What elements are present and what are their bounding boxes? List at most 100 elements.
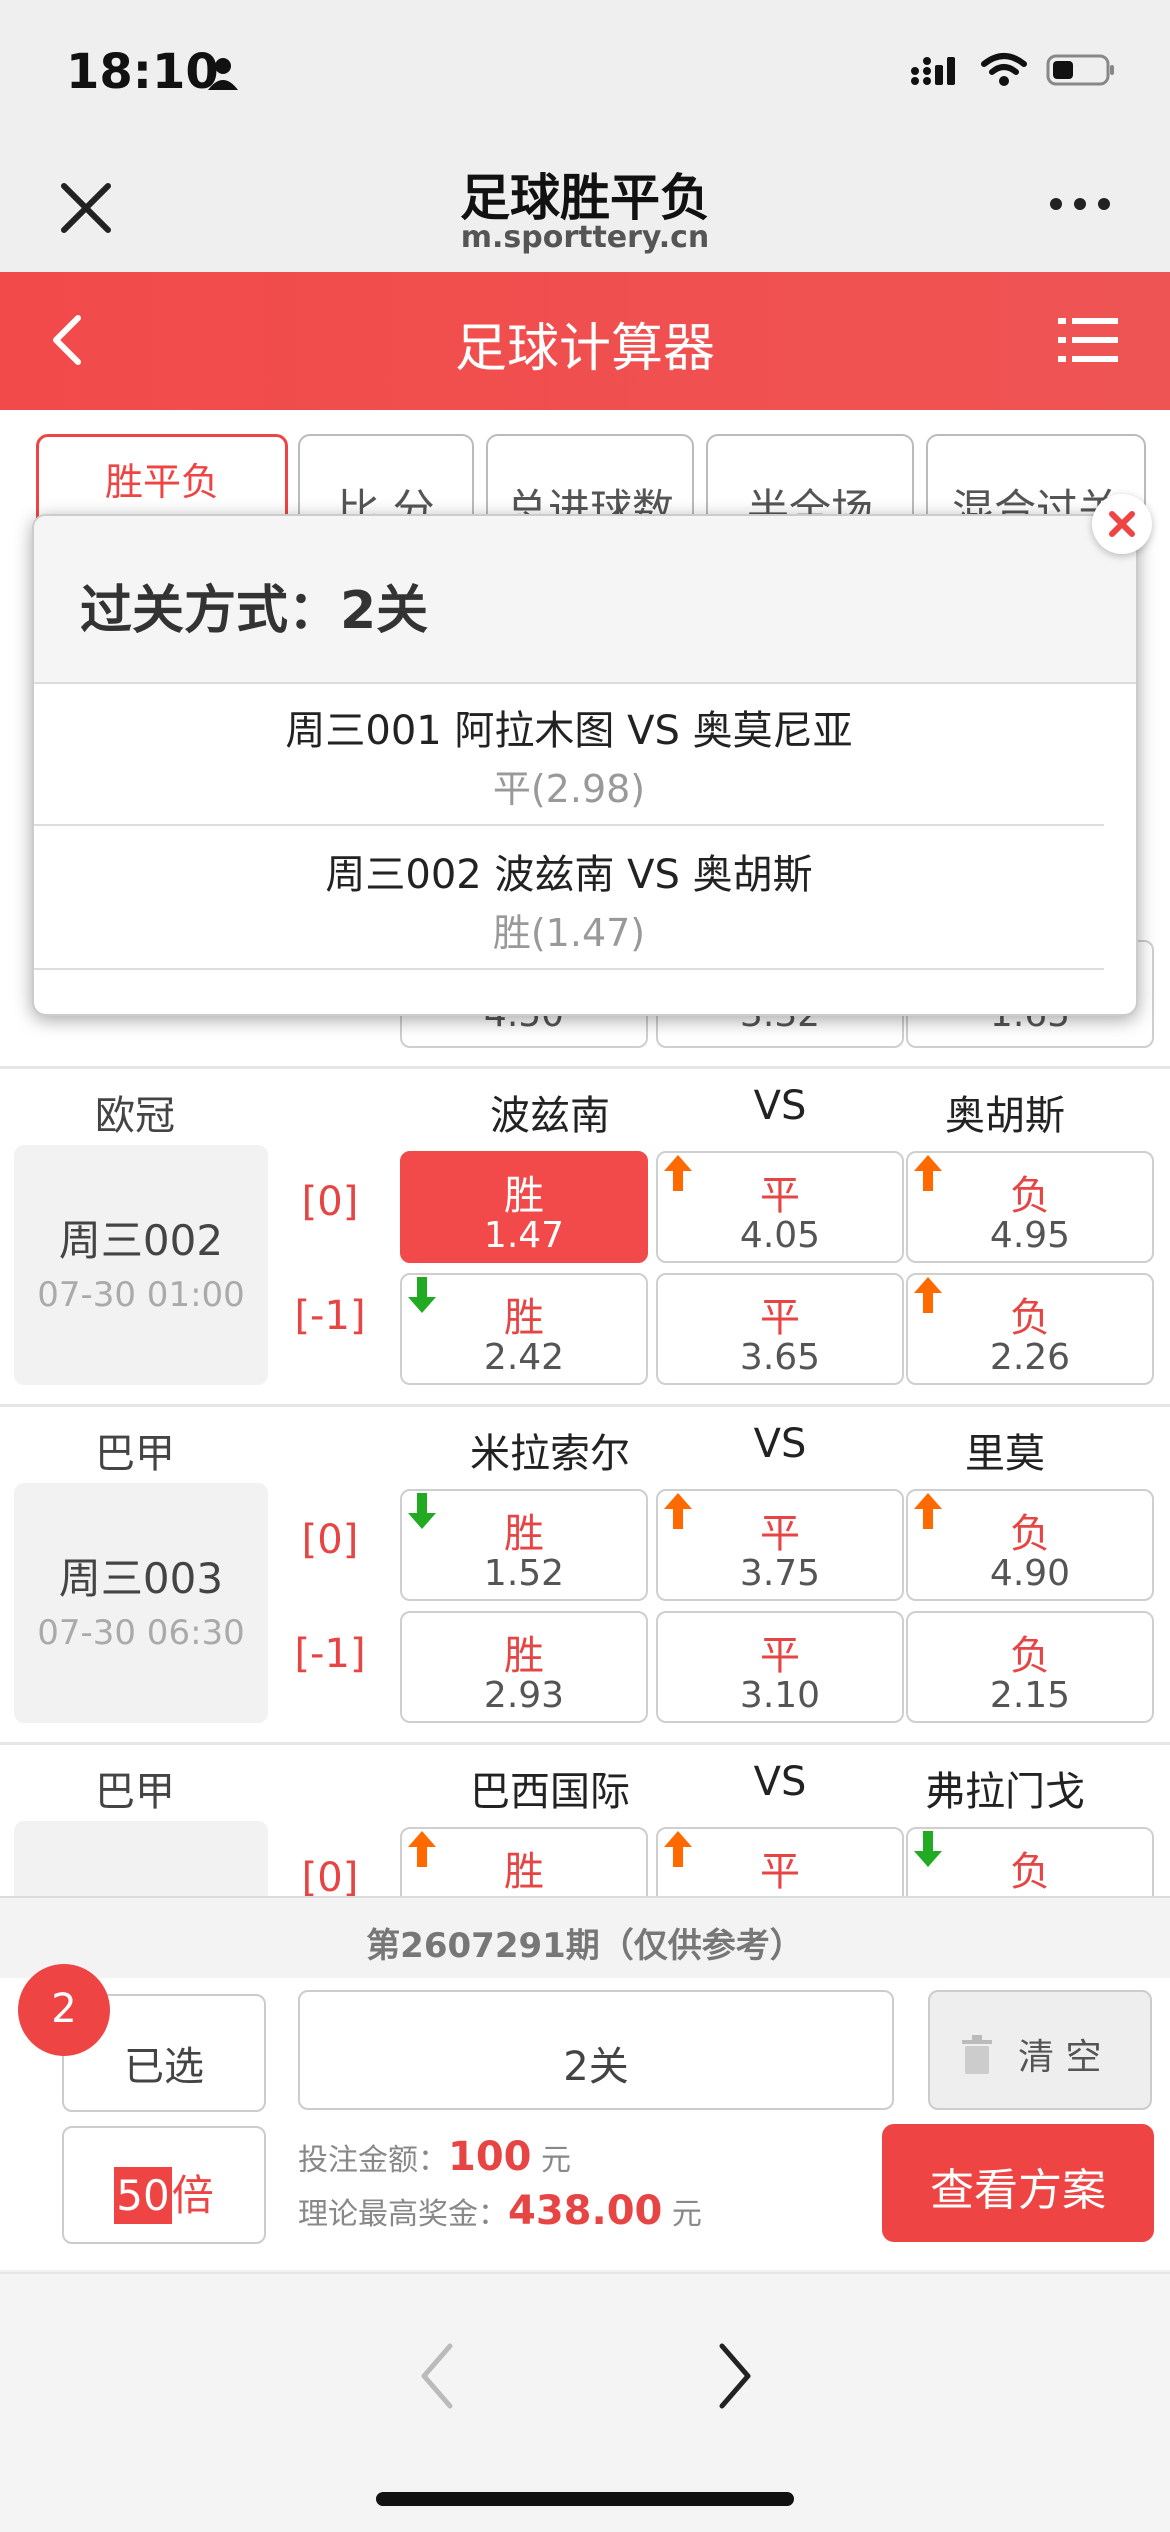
- match-id: 周三003: [58, 1554, 224, 1603]
- odd-label: 平: [760, 1849, 800, 1895]
- odd-value: 4.95: [989, 1215, 1071, 1256]
- browser-url: m.sporttery.cn: [460, 220, 710, 255]
- home-indicator: [376, 2492, 794, 2506]
- handicap-label: [0]: [301, 1179, 359, 1225]
- away-team: 弗拉门戈: [925, 1769, 1085, 1815]
- popup-close-button[interactable]: [1092, 494, 1152, 554]
- odd-label: 负: [1010, 1295, 1050, 1341]
- odd-label: 平: [760, 1511, 800, 1557]
- odd-label: 负: [1010, 1173, 1050, 1219]
- bet-summary-panel: 第2607291期（仅供参考） 已选 2 2关 清 空 50倍 投注金额：100…: [0, 1896, 1170, 2270]
- browser-nav-bar: [0, 2272, 1170, 2532]
- match-card: 欧冠 波兹南 VS 奥胡斯 周三002 07-30 01:00 [0] [-1]…: [0, 1066, 1170, 1404]
- odd-cell[interactable]: 平 3.65: [656, 1273, 904, 1385]
- odd-value: 4.05: [739, 1215, 821, 1256]
- odd-label: 平: [760, 1295, 800, 1341]
- view-plan-button[interactable]: 查看方案: [882, 2124, 1154, 2242]
- odd-label: 胜: [504, 1849, 544, 1895]
- home-team: 巴西国际: [470, 1769, 630, 1815]
- match-id-box: 周三003 07-30 06:30: [14, 1483, 268, 1723]
- odd-cell-selected[interactable]: 胜 1.47: [400, 1151, 648, 1263]
- match-id-box: 周三002 07-30 01:00: [14, 1145, 268, 1385]
- odd-value: 3.75: [739, 1553, 821, 1594]
- odd-value: 3.65: [739, 1337, 821, 1378]
- battery-icon: [1046, 54, 1114, 86]
- odd-cell[interactable]: 平 3.10: [656, 1611, 904, 1723]
- selected-count-badge: 2: [18, 1964, 110, 2056]
- odd-label: 负: [1010, 1633, 1050, 1679]
- more-options-icon[interactable]: [1050, 198, 1110, 210]
- odd-cell[interactable]: 负 4.90: [906, 1489, 1154, 1601]
- odd-value: 2.26: [989, 1337, 1071, 1378]
- home-team: 波兹南: [490, 1093, 610, 1139]
- multiple-suffix: 倍: [171, 2171, 214, 2220]
- odd-value: 2.15: [989, 1675, 1071, 1716]
- away-team: 里莫: [965, 1431, 1045, 1477]
- clear-label: 清 空: [1018, 2037, 1102, 2078]
- odd-label: 平: [760, 1633, 800, 1679]
- odd-cell[interactable]: 负: [906, 1827, 1154, 1896]
- odd-cell[interactable]: 平: [656, 1827, 904, 1896]
- odd-label: 胜: [504, 1511, 544, 1557]
- app-header: 足球计算器: [0, 272, 1170, 410]
- menu-list-icon[interactable]: [1058, 312, 1118, 368]
- clear-button[interactable]: 清 空: [928, 1990, 1152, 2110]
- popup-pick: 平(2.98): [492, 767, 646, 811]
- league-name: 巴甲: [95, 1431, 175, 1477]
- max-prize-amount: 438.00: [508, 2188, 663, 2234]
- odd-cell[interactable]: 胜 2.42: [400, 1273, 648, 1385]
- popup-header: 过关方式：2关: [34, 516, 1136, 684]
- odd-value: 1.52: [483, 1553, 565, 1594]
- odd-value: 4.90: [989, 1553, 1071, 1594]
- vs-label: VS: [753, 1421, 807, 1467]
- max-prize-unit: 元: [671, 2197, 702, 2232]
- status-icons: [910, 52, 1116, 88]
- popup-match: 周三002 波兹南 VS 奥胡斯: [325, 852, 813, 898]
- nav-forward-icon[interactable]: [706, 2336, 766, 2416]
- away-team: 奥胡斯: [945, 1093, 1065, 1139]
- status-time: 18:10: [66, 44, 219, 100]
- browser-header: 足球胜平负 m.sporttery.cn: [0, 140, 1170, 272]
- odd-cell[interactable]: 负 2.15: [906, 1611, 1154, 1723]
- popup-pick: 胜(1.47): [492, 911, 646, 955]
- match-time: 07-30 01:00: [37, 1275, 245, 1315]
- odd-cell[interactable]: 胜: [400, 1827, 648, 1896]
- vs-label: VS: [753, 1083, 807, 1129]
- close-icon: [1109, 511, 1135, 537]
- odd-label: 胜: [504, 1173, 544, 1219]
- app-title: 足球计算器: [454, 319, 715, 379]
- bet-unit: 元: [541, 2143, 572, 2178]
- odd-label: 平: [760, 1173, 800, 1219]
- odd-cell[interactable]: 平 3.75: [656, 1489, 904, 1601]
- odd-cell[interactable]: 胜 2.93: [400, 1611, 648, 1723]
- odd-label: 负: [1010, 1849, 1050, 1895]
- handicap-label: [0]: [301, 1517, 359, 1563]
- match-card: 巴甲 米拉索尔 VS 里莫 周三003 07-30 06:30 [0] [-1]…: [0, 1404, 1170, 1742]
- odd-cell[interactable]: 负 2.26: [906, 1273, 1154, 1385]
- odd-label: 胜: [504, 1295, 544, 1341]
- multiple-value: 50: [114, 2167, 172, 2224]
- odd-cell[interactable]: 负 4.95: [906, 1151, 1154, 1263]
- vs-label: VS: [753, 1759, 807, 1805]
- cellular-signal-icon: [911, 57, 955, 85]
- max-prize-label: 理论最高奖金：: [298, 2197, 508, 2232]
- odd-label: 负: [1010, 1511, 1050, 1557]
- odd-cell[interactable]: 平 4.05: [656, 1151, 904, 1263]
- odd-value: 3.10: [739, 1675, 821, 1716]
- match-id-box: [14, 1821, 268, 1896]
- league-name: 巴甲: [95, 1769, 175, 1815]
- wifi-icon: [981, 53, 1027, 86]
- money-info: 投注金额：100 元 理论最高奖金：438.00 元: [298, 2132, 702, 2240]
- bet-amount-label: 投注金额：: [298, 2143, 448, 2178]
- popup-selection: 周三001 阿拉木图 VS 奥莫尼亚 平(2.98): [34, 684, 1104, 826]
- nav-back-icon[interactable]: [406, 2336, 466, 2416]
- match-card-partial: 巴甲 巴西国际 VS 弗拉门戈 [0] 胜 平 负: [0, 1742, 1170, 1896]
- parlay-popup: 过关方式：2关 周三001 阿拉木图 VS 奥莫尼亚 平(2.98) 周三002…: [32, 514, 1138, 1016]
- popup-match: 周三001 阿拉木图 VS 奥莫尼亚: [285, 708, 853, 754]
- odd-value: 2.42: [483, 1337, 565, 1378]
- multiple-input[interactable]: 50倍: [62, 2126, 266, 2244]
- period-label: 第2607291期（仅供参考）: [0, 1898, 1170, 1978]
- handicap-label: [-1]: [294, 1293, 366, 1339]
- pass-type-selector[interactable]: 2关: [298, 1990, 894, 2110]
- odd-cell[interactable]: 胜 1.52: [400, 1489, 648, 1601]
